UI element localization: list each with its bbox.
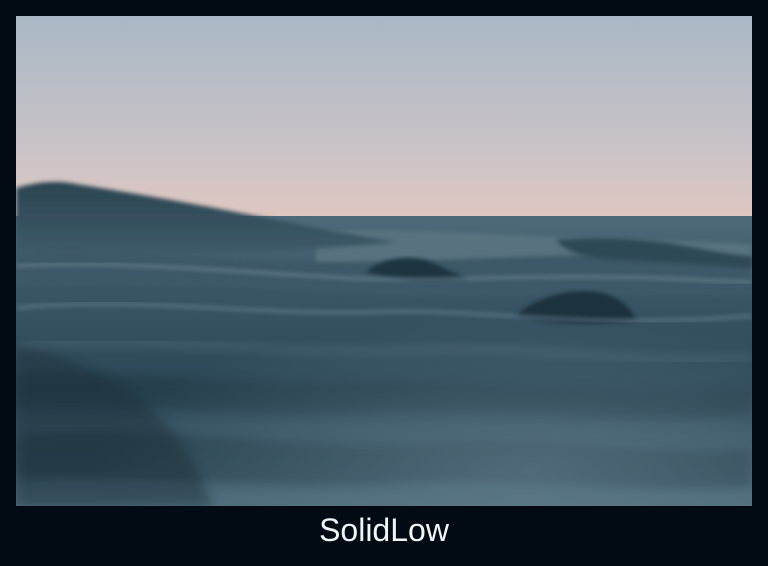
ocean-photo: [16, 16, 752, 506]
ocean-photo-image: [16, 16, 752, 506]
viewer-frame: SolidLow: [0, 0, 768, 566]
image-caption: SolidLow: [319, 511, 449, 548]
